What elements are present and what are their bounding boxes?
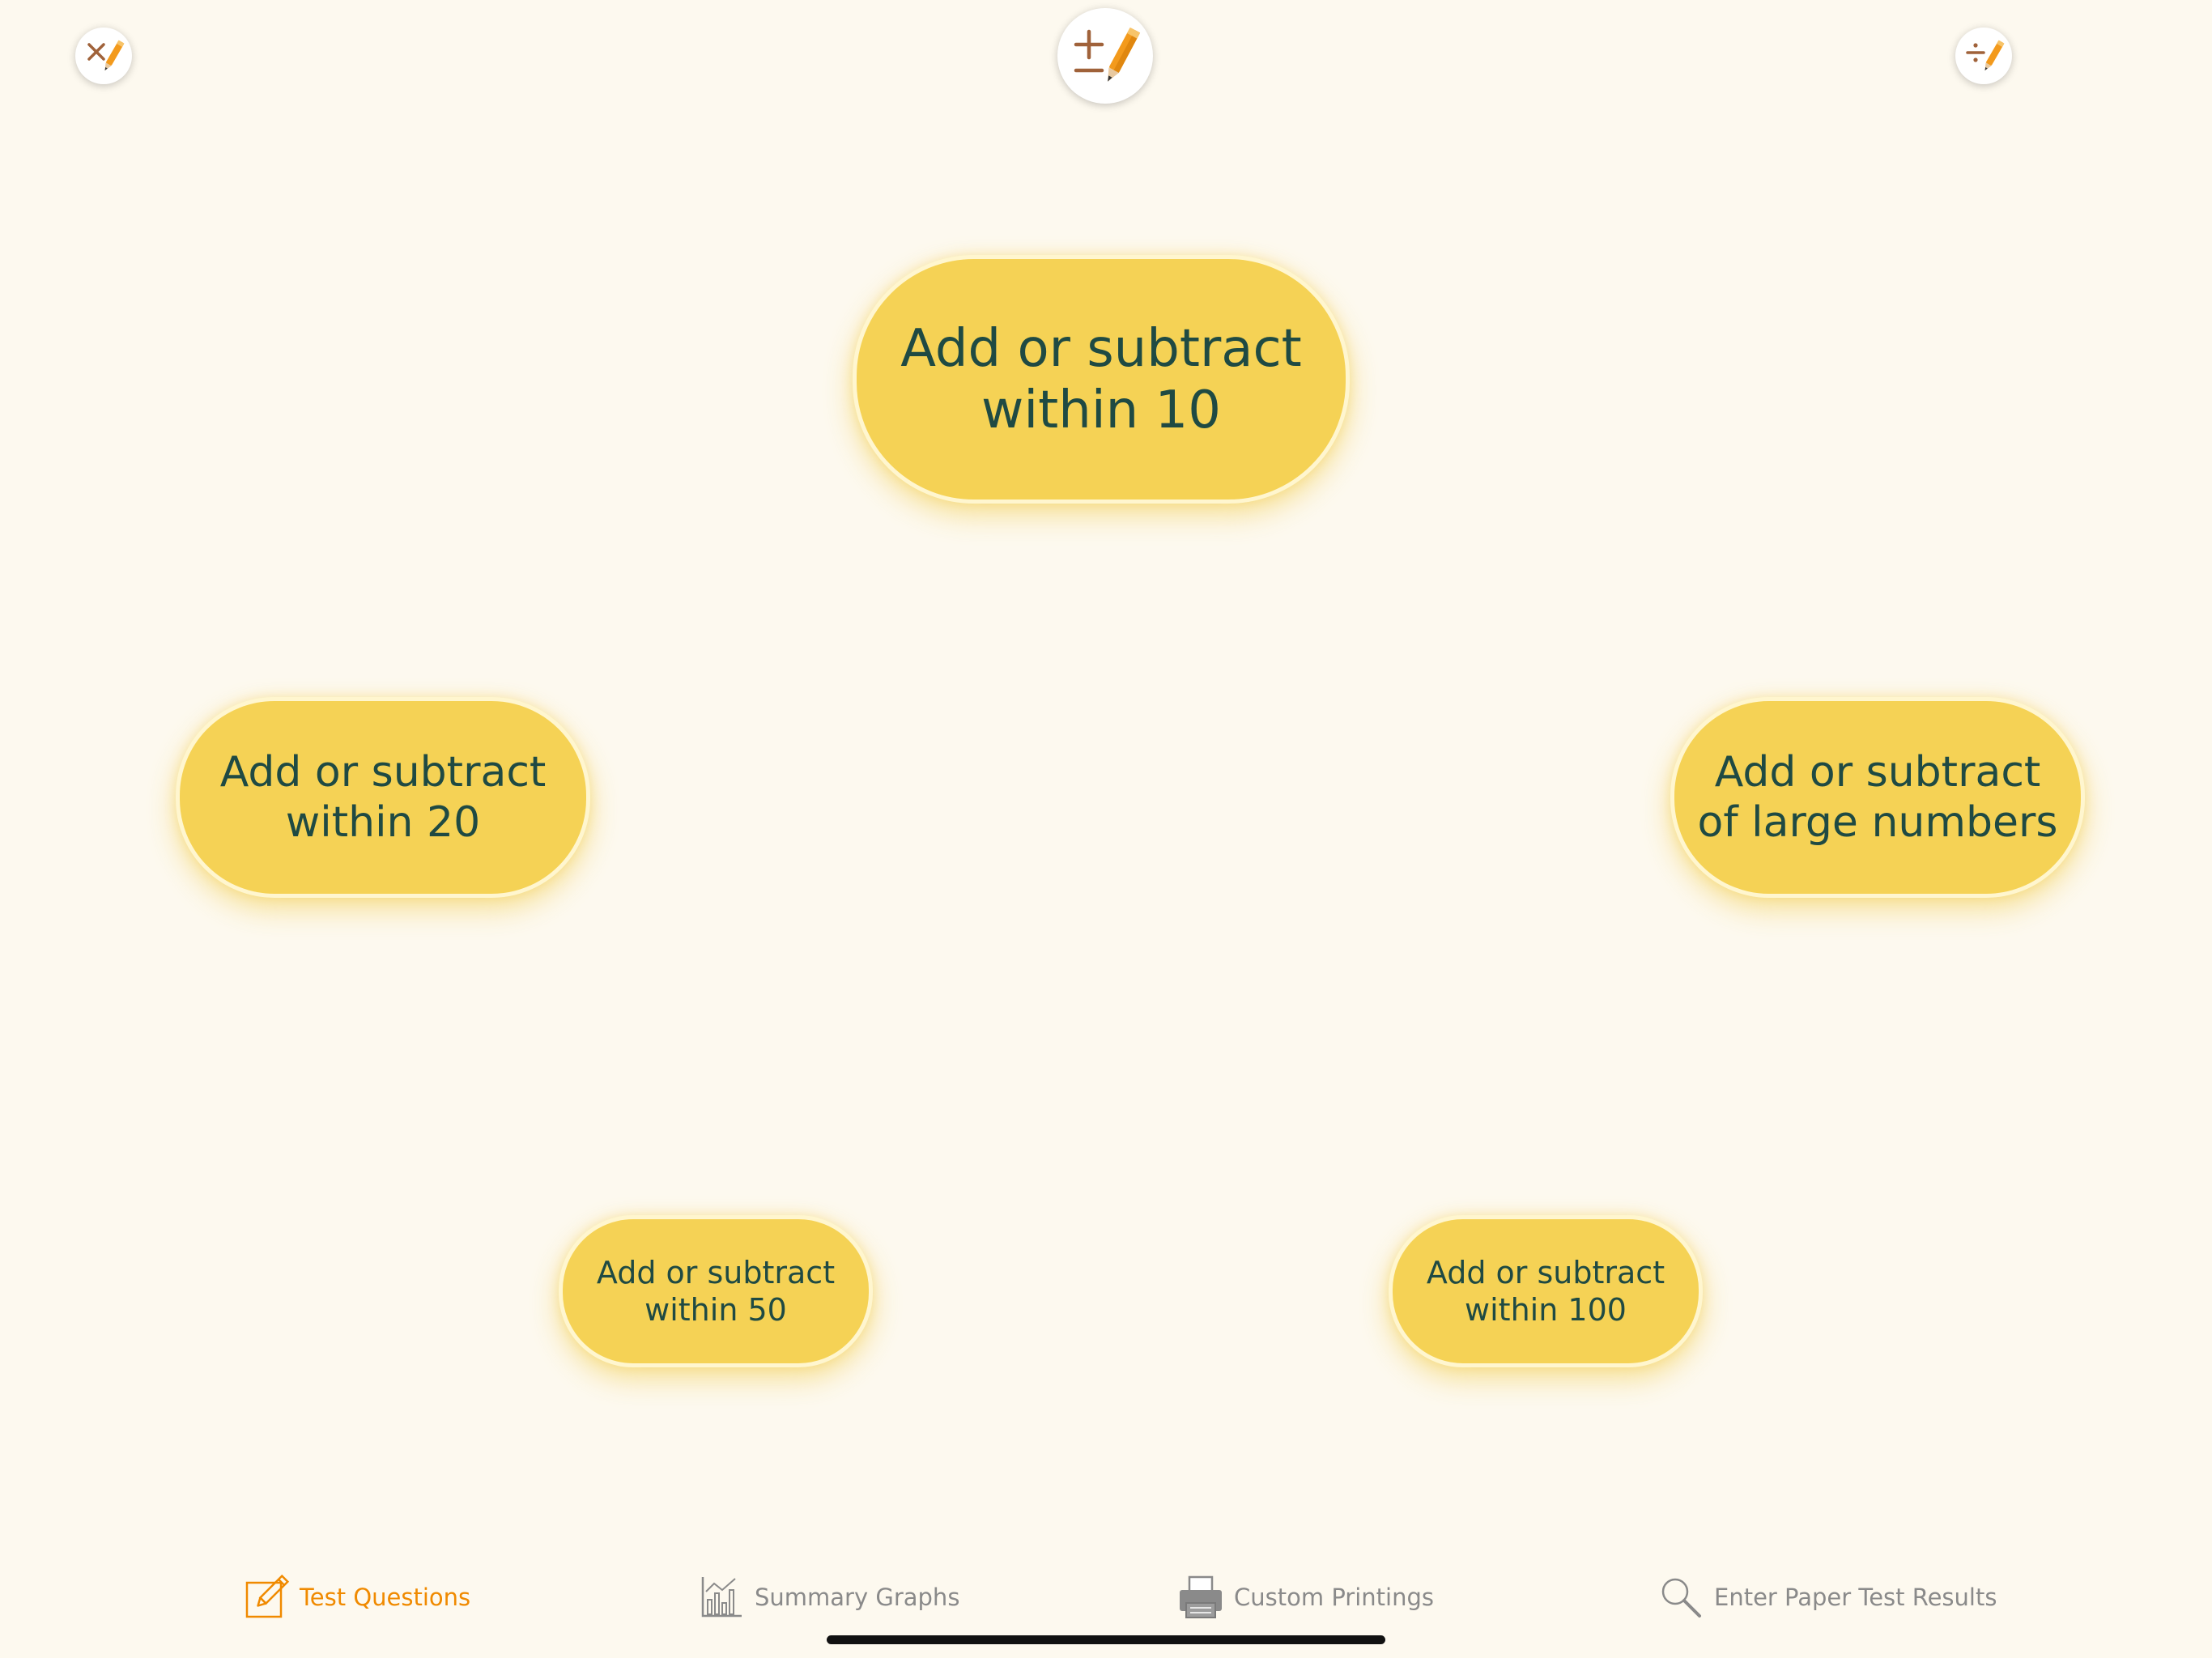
category-within-20-button[interactable]: Add or subtract within 20 — [176, 697, 590, 898]
tab-label: Summary Graphs — [755, 1584, 960, 1611]
tab-summary-graphs[interactable]: Summary Graphs — [698, 1571, 959, 1624]
plus-minus-pencil-icon — [1074, 27, 1141, 82]
pencil-square-icon — [245, 1574, 290, 1618]
tab-enter-paper-test-results[interactable]: Enter Paper Test Results — [1657, 1571, 1997, 1624]
tab-label: Test Questions — [300, 1584, 471, 1611]
tab-label: Custom Printings — [1234, 1584, 1434, 1611]
category-within-50-button[interactable]: Add or subtract within 50 — [559, 1215, 873, 1367]
printer-icon — [1180, 1575, 1222, 1618]
tab-label: Enter Paper Test Results — [1714, 1584, 1997, 1611]
tab-bar: Test Questions Summary Graphs Custom Pri… — [0, 1554, 2212, 1635]
category-label: Add or subtract within 50 — [596, 1255, 836, 1328]
tab-test-questions[interactable]: Test Questions — [243, 1571, 470, 1624]
addition-subtraction-mode-button[interactable] — [1057, 8, 1153, 104]
category-within-10-button[interactable]: Add or subtract within 10 — [853, 255, 1350, 504]
divide-pencil-icon — [1966, 40, 2005, 71]
category-within-100-button[interactable]: Add or subtract within 100 — [1389, 1215, 1703, 1367]
bar-graph-icon — [701, 1577, 742, 1618]
screen: Add or subtract within 10 Add or subtrac… — [0, 0, 2212, 1658]
division-mode-button[interactable] — [1955, 28, 2012, 84]
multiply-pencil-icon — [87, 40, 125, 71]
category-label: Add or subtract within 20 — [219, 748, 547, 847]
magnifier-icon — [1661, 1578, 1701, 1618]
category-label: Add or subtract within 10 — [900, 318, 1302, 440]
category-large-numbers-button[interactable]: Add or subtract of large numbers — [1670, 697, 2085, 898]
tab-custom-printings[interactable]: Custom Printings — [1177, 1571, 1434, 1624]
category-label: Add or subtract within 100 — [1426, 1255, 1665, 1328]
home-indicator[interactable] — [827, 1635, 1385, 1644]
multiplication-mode-button[interactable] — [75, 28, 132, 84]
category-label: Add or subtract of large numbers — [1697, 748, 2058, 847]
